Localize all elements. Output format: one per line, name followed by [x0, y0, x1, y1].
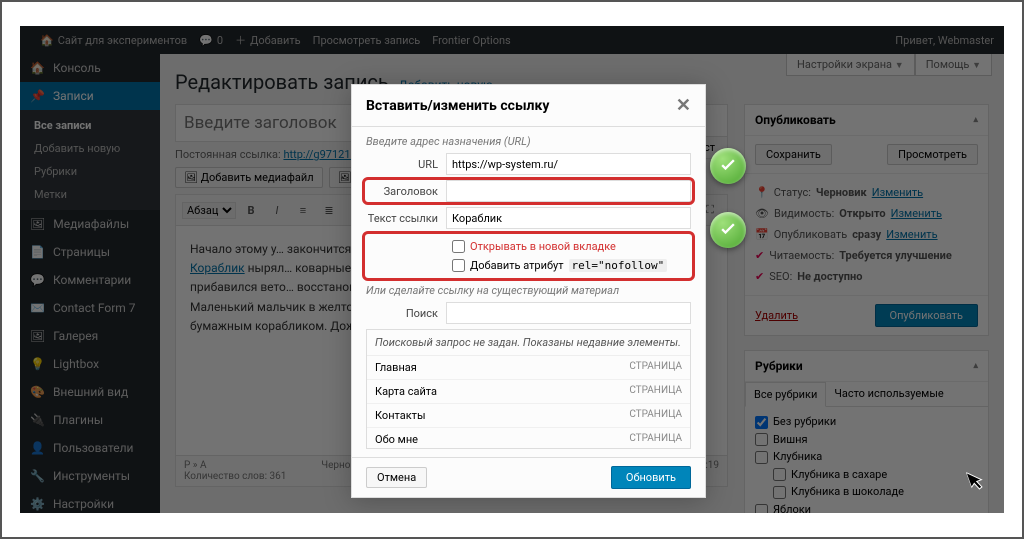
title-input[interactable]	[446, 180, 691, 202]
search-label: Поиск	[366, 307, 446, 320]
result-item[interactable]: ГлавнаяСТРАНИЦА	[367, 356, 690, 380]
save-draft-button[interactable]: Сохранить	[755, 144, 832, 165]
site-link[interactable]: 🏠 Сайт для экспериментов	[40, 34, 187, 47]
list-ul-icon[interactable]: ≡	[292, 199, 314, 221]
cat-item[interactable]: Клубника в шоколаде	[755, 483, 978, 501]
cancel-button[interactable]: Отмена	[366, 467, 427, 488]
submenu-all-posts[interactable]: Все записи	[20, 114, 160, 137]
cat-item[interactable]: Без рубрики	[755, 413, 978, 431]
url-input[interactable]	[446, 153, 691, 175]
screen-options-tab[interactable]: Настройки экрана ▼	[786, 54, 915, 76]
cat-item[interactable]: Клубника в сахаре	[755, 466, 978, 484]
submenu-tags[interactable]: Метки	[20, 183, 160, 206]
add-media-button[interactable]: 🖼 Добавить медиафайл	[175, 167, 323, 188]
menu-console[interactable]: 🏠 Консоль	[20, 54, 160, 82]
open-new-checkbox[interactable]	[452, 240, 465, 253]
linktext-input[interactable]	[446, 207, 691, 229]
menu-media[interactable]: 🖼 Медиафайлы	[20, 210, 160, 238]
menu-users[interactable]: 👤 Пользователи	[20, 434, 160, 462]
cat-tab-freq[interactable]: Часто используемые	[826, 382, 951, 406]
close-icon[interactable]: ✕	[676, 95, 691, 116]
menu-cf7[interactable]: ✉️ Contact Form 7	[20, 294, 160, 322]
menu-appearance[interactable]: 🎨 Внешний вид	[20, 378, 160, 406]
preview-button[interactable]: Просмотреть	[887, 144, 978, 165]
cat-item[interactable]: Клубника	[755, 448, 978, 466]
result-item[interactable]: Обо мнеСТРАНИЦА	[367, 428, 690, 449]
menu-gallery[interactable]: 🖼 Галерея	[20, 322, 160, 350]
content-link[interactable]: Кораблик	[190, 261, 245, 275]
modal-hint2: Или сделайте ссылку на существующий мате…	[366, 284, 691, 297]
menu-posts[interactable]: 📌 Записи	[20, 82, 160, 110]
url-label: URL	[366, 158, 446, 171]
annotation-arrow-icon	[710, 212, 746, 248]
publish-box: Опубликовать▴ Сохранить Просмотреть 📍 Ст…	[744, 104, 989, 336]
linktext-label: Текст ссылки	[366, 212, 446, 225]
search-input[interactable]	[446, 302, 691, 324]
cat-item[interactable]: Яблоки	[755, 501, 978, 513]
addnew-link[interactable]: ＋ Добавить	[235, 32, 301, 48]
update-button[interactable]: Обновить	[611, 466, 691, 489]
menu-settings[interactable]: ⚙️ Настройки	[20, 490, 160, 513]
chevron-up-icon[interactable]: ▴	[973, 361, 978, 371]
italic-icon[interactable]: I	[266, 199, 288, 221]
result-item[interactable]: КонтактыСТРАНИЦА	[367, 404, 690, 428]
menu-pages[interactable]: 📄 Страницы	[20, 238, 160, 266]
help-tab[interactable]: Помощь ▼	[915, 54, 992, 76]
categories-box: Рубрики▴ Все рубрики Часто используемые …	[744, 350, 989, 513]
publish-button[interactable]: Опубликовать	[875, 304, 978, 327]
search-results: Поисковый запрос не задан. Показаны неда…	[366, 329, 691, 449]
submenu-categories[interactable]: Рубрики	[20, 160, 160, 183]
admin-sidebar: 🏠 Консоль 📌 Записи Все записи Добавить н…	[20, 54, 160, 513]
greeting[interactable]: Привет, Webmaster	[895, 34, 994, 47]
annotation-arrow-icon	[710, 148, 746, 184]
modal-hint: Введите адрес назначения (URL)	[366, 135, 691, 148]
nofollow-checkbox[interactable]	[452, 259, 465, 272]
format-select[interactable]: Абзац	[182, 202, 236, 219]
list-ol-icon[interactable]: ≣	[318, 199, 340, 221]
cat-item[interactable]: Вишня	[755, 431, 978, 449]
cat-tab-all[interactable]: Все рубрики	[745, 382, 826, 407]
menu-lightbox[interactable]: 💡 Lightbox	[20, 350, 160, 378]
frontier-link[interactable]: Frontier Options	[432, 34, 511, 47]
submenu-add-new[interactable]: Добавить новую	[20, 137, 160, 160]
category-list: Без рубрики Вишня Клубника Клубника в са…	[745, 407, 988, 513]
chevron-up-icon[interactable]: ▴	[973, 115, 978, 125]
title-label: Заголовок	[366, 185, 446, 198]
viewpost-link[interactable]: Просмотреть запись	[313, 34, 421, 47]
link-modal: Вставить/изменить ссылку ✕ Введите адрес…	[351, 84, 706, 498]
result-item[interactable]: Карта сайтаСТРАНИЦА	[367, 380, 690, 404]
modal-title: Вставить/изменить ссылку	[366, 98, 549, 114]
edit-status[interactable]: Изменить	[872, 186, 923, 199]
menu-tools[interactable]: 🔧 Инструменты	[20, 462, 160, 490]
admin-topbar: 🏠 Сайт для экспериментов 💬 0 ＋ Добавить …	[20, 26, 1004, 54]
edit-visibility[interactable]: Изменить	[891, 207, 942, 220]
bold-icon[interactable]: B	[240, 199, 262, 221]
edit-schedule[interactable]: Изменить	[886, 228, 937, 241]
menu-plugins[interactable]: 🔌 Плагины	[20, 406, 160, 434]
delete-link[interactable]: Удалить	[755, 309, 798, 322]
menu-comments[interactable]: 💬 Комментарии	[20, 266, 160, 294]
comments-link[interactable]: 💬 0	[199, 34, 223, 47]
